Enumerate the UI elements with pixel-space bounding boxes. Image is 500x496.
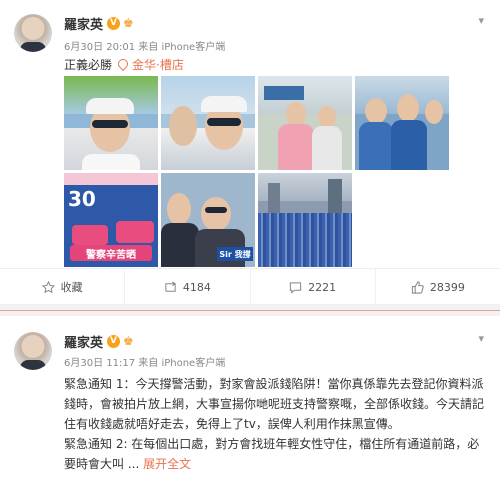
post-paragraph-2: 緊急通知 2: 在每個出口處，對方會找班年輕女性守住，檔住所有通道前路，必要時會…: [64, 434, 484, 474]
post-meta: 6月30日 20:01 来自 iPhone客户端: [64, 38, 225, 53]
photo-rally-banner[interactable]: 30 警察辛苦晒: [64, 173, 158, 267]
repost-count: 4184: [182, 280, 211, 294]
favorite-button[interactable]: 收藏: [0, 269, 124, 305]
post-timestamp[interactable]: 6月30日 20:01: [64, 42, 135, 53]
weibo-post-2: 羅家英 V ♚ ▾ 6月30日 11:17 来自 iPhone客户端 緊急通知 …: [0, 316, 500, 496]
photo-selfie-2[interactable]: [161, 76, 255, 170]
post-separator: [0, 304, 500, 316]
author-row: 羅家英 V ♚: [64, 14, 134, 33]
photo-aerial-rally[interactable]: [258, 173, 352, 267]
verified-badge-icon: V: [107, 16, 121, 30]
repost-button[interactable]: 4184: [124, 269, 249, 305]
star-icon: [41, 280, 55, 293]
like-button[interactable]: 28399: [374, 269, 500, 305]
post-text: 正義必勝 金华·槽店: [64, 56, 184, 73]
comment-icon: [290, 281, 302, 294]
comment-button[interactable]: 2221: [249, 269, 375, 305]
verified-badge-icon: V: [107, 334, 121, 348]
chevron-down-icon[interactable]: ▾: [478, 14, 484, 27]
author-name[interactable]: 羅家英: [64, 332, 103, 351]
post1-action-bar: 收藏 4184 2221 28399: [0, 268, 500, 305]
like-count: 28399: [429, 280, 465, 294]
author-avatar[interactable]: [14, 14, 52, 52]
thumbs-up-icon: [411, 280, 424, 294]
photo-selfie-1[interactable]: [64, 76, 158, 170]
favorite-label: 收藏: [60, 281, 83, 294]
author-row: 羅家英 V ♚: [64, 332, 134, 351]
banner-number: 30: [68, 187, 96, 211]
crown-icon: ♚: [123, 16, 134, 30]
post-source: 来自 iPhone客户端: [138, 42, 226, 53]
location-pin-icon: [115, 56, 131, 72]
post-timestamp[interactable]: 6月30日 11:17: [64, 358, 135, 369]
author-avatar[interactable]: [14, 332, 52, 370]
weibo-post-1: 羅家英 V ♚ ▾ 6月30日 20:01 来自 iPhone客户端 正義必勝 …: [0, 0, 500, 304]
comment-count: 2221: [308, 280, 337, 294]
banner-text: 警察辛苦晒: [70, 245, 152, 261]
sign-text: Sir 我撐: [217, 247, 253, 261]
post-paragraph-1: 緊急通知 1：今天撐警活動，對家會設派錢陷阱！當你真係靠先去登記你資料派錢時，會…: [64, 377, 485, 431]
post-body: 緊急通知 1：今天撐警活動，對家會設派錢陷阱！當你真係靠先去登記你資料派錢時，會…: [64, 374, 484, 474]
post-source: 来自 iPhone客户端: [138, 358, 226, 369]
photo-group-photo[interactable]: [258, 76, 352, 170]
post-paragraph-2-text: 緊急通知 2: 在每個出口處，對方會找班年輕女性守住，檔住所有通道前路，必要時會…: [64, 437, 480, 471]
photo-selfie-3[interactable]: Sir 我撐: [161, 173, 255, 267]
location-link[interactable]: 金华·槽店: [115, 56, 184, 73]
photo-group-photo-2[interactable]: [355, 76, 449, 170]
post-text-content: 正義必勝: [64, 58, 113, 72]
repost-icon: [165, 281, 176, 292]
author-name[interactable]: 羅家英: [64, 14, 103, 33]
chevron-down-icon[interactable]: ▾: [478, 332, 484, 345]
location-label: 金华·槽店: [132, 58, 184, 72]
expand-full-text-link[interactable]: 展开全文: [143, 457, 191, 471]
post-meta: 6月30日 11:17 来自 iPhone客户端: [64, 354, 225, 369]
crown-icon: ♚: [123, 334, 134, 348]
